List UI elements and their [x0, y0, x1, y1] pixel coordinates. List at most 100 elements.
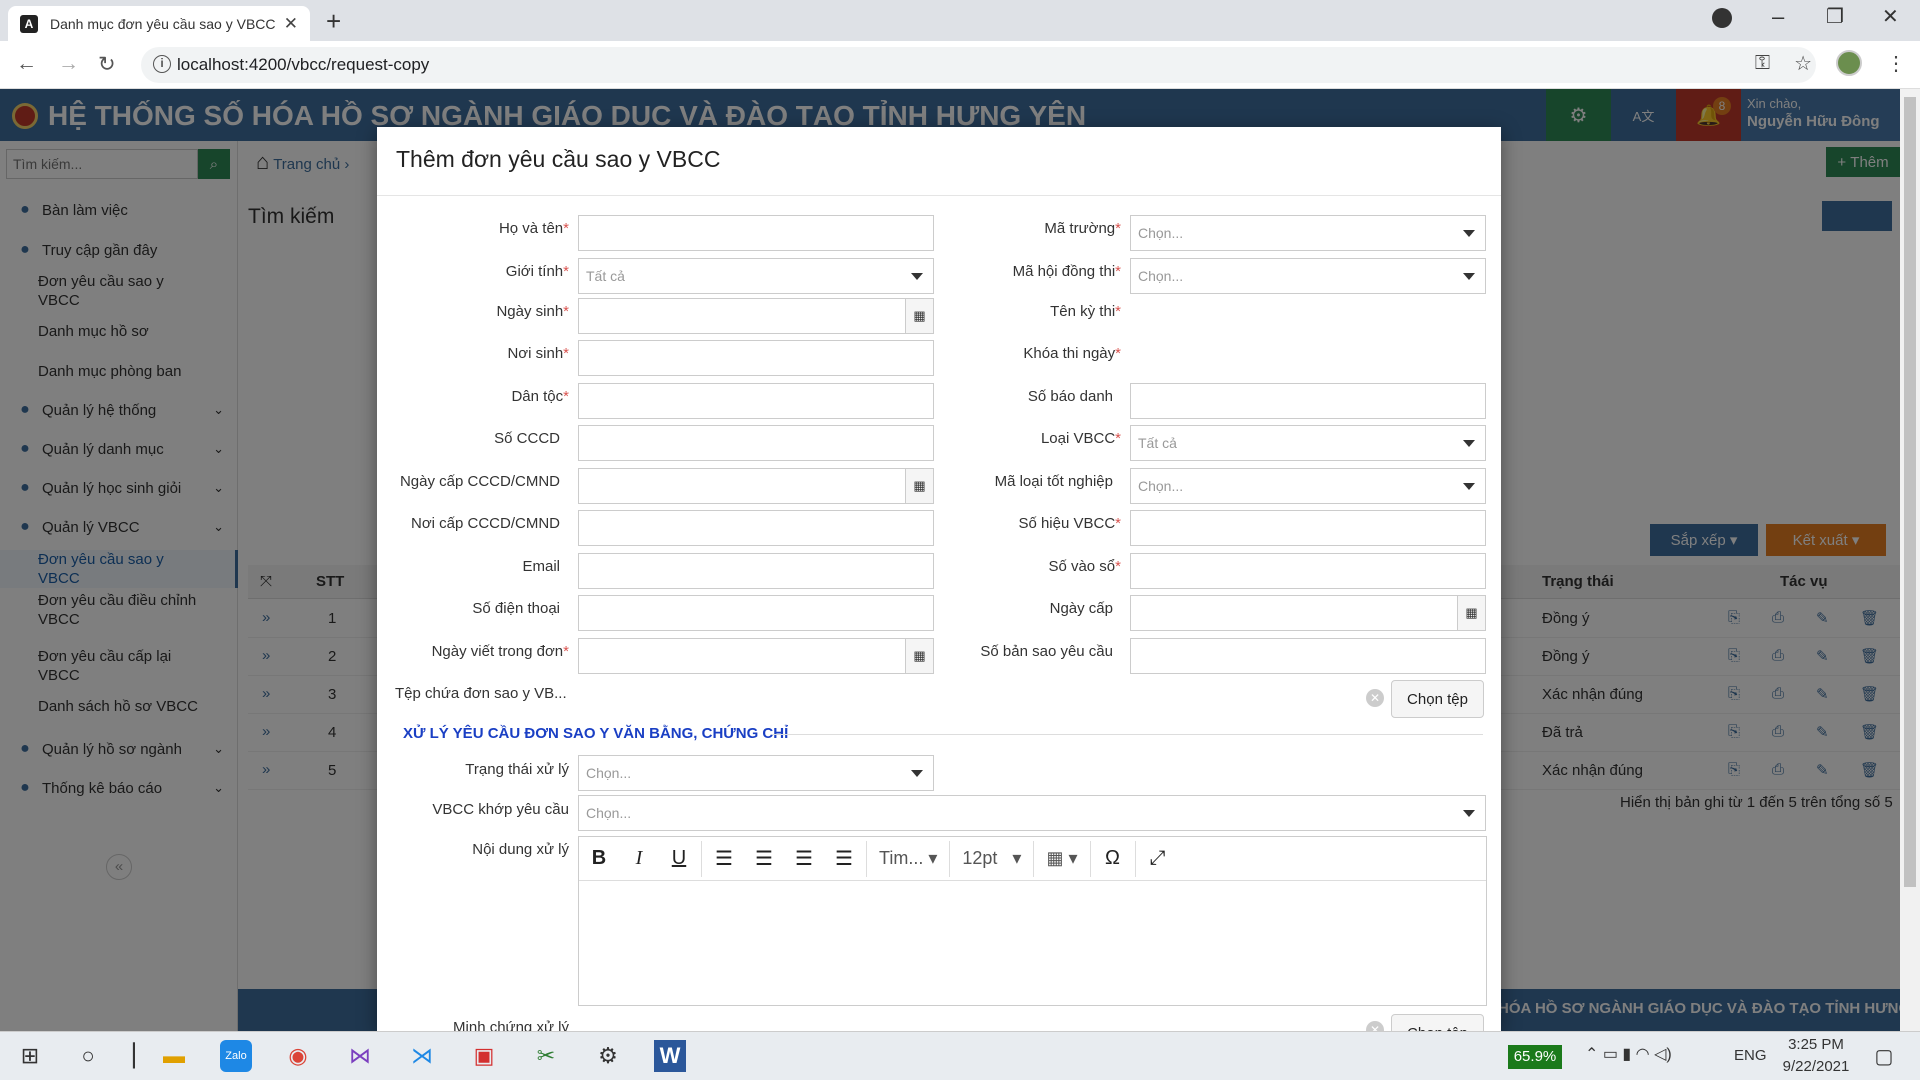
italic-icon[interactable]: I: [619, 847, 659, 870]
font-family-select[interactable]: Tim... ▾: [869, 848, 947, 869]
ma-truong-select[interactable]: Chọn...: [1130, 215, 1486, 251]
task-view-icon[interactable]: ⎮: [118, 1040, 150, 1072]
battery-percent: 65.9%: [1508, 1045, 1562, 1069]
ngay-viet-input[interactable]: ▦: [578, 638, 934, 674]
star-icon[interactable]: ☆: [1794, 51, 1812, 76]
info-icon[interactable]: i: [153, 55, 171, 73]
dan-toc-input[interactable]: [578, 383, 934, 419]
toolbar-separator: [949, 840, 951, 877]
back-icon[interactable]: ←: [16, 52, 37, 76]
maximize-icon[interactable]: ❐: [1826, 4, 1844, 29]
so-bao-danh-input[interactable]: [1130, 383, 1486, 419]
address-icons: ⚿ ☆ ⋮: [1755, 50, 1906, 76]
profile-download-icon[interactable]: [1712, 8, 1732, 28]
scrollbar-thumb[interactable]: [1904, 97, 1916, 887]
ma-hoi-dong-select[interactable]: Chọn...: [1130, 258, 1486, 294]
align-right-icon[interactable]: ☰: [784, 846, 824, 871]
loai-vbcc-select[interactable]: Tất cả: [1130, 425, 1486, 461]
calendar-icon[interactable]: ▦: [905, 299, 933, 333]
table-icon[interactable]: ▦ ▾: [1036, 848, 1087, 869]
tab-title: Danh mục đơn yêu cầu sao y VBCC: [50, 15, 276, 32]
fullscreen-icon[interactable]: ⤢: [1138, 847, 1178, 870]
align-left-icon[interactable]: ☰: [704, 846, 744, 871]
label-so-ban-sao: Số bản sao yêu cầu: [980, 643, 1113, 660]
avatar[interactable]: [1836, 50, 1862, 76]
file-explorer-icon[interactable]: ▬: [158, 1040, 190, 1072]
font-size-select[interactable]: 12pt ▾: [952, 848, 1031, 869]
so-dien-thoai-input[interactable]: [578, 595, 934, 631]
label-noi-cap-cccd: Nơi cấp CCCD/CMND: [410, 515, 560, 532]
chevron-down-icon: [1463, 810, 1475, 817]
bold-icon[interactable]: B: [579, 847, 619, 870]
ngay-sinh-input[interactable]: ▦: [578, 298, 934, 334]
zalo-icon[interactable]: Zalo: [220, 1040, 252, 1072]
font-value: Tim...: [879, 848, 924, 868]
ma-loai-tot-nghiep-select[interactable]: Chọn...: [1130, 468, 1486, 504]
label-text: Nơi sinh: [507, 345, 564, 362]
select-value: Tất cả: [1138, 435, 1177, 451]
system-tray-icons[interactable]: ⌃ ▭ ▮ ◠ ◁): [1585, 1044, 1672, 1064]
choose-evidence-button[interactable]: Chọn tệp: [1391, 1014, 1484, 1031]
new-tab-button[interactable]: +: [326, 6, 341, 37]
calendar-icon[interactable]: ▦: [905, 469, 933, 503]
noi-sinh-input[interactable]: [578, 340, 934, 376]
minimize-icon[interactable]: –: [1772, 4, 1784, 30]
trang-thai-select[interactable]: Chọn...: [578, 755, 934, 791]
visual-studio-icon[interactable]: ⋈: [344, 1040, 376, 1072]
page-scrollbar[interactable]: [1900, 89, 1920, 1031]
settings-icon[interactable]: ⚙: [592, 1040, 624, 1072]
windows-taskbar: ⊞ ○ ⎮ ▬ Zalo ◉ ⋈ ⋊ ▣ ✂ ⚙ W 65.9% ⌃ ▭ ▮ ◠…: [0, 1031, 1920, 1080]
so-vao-so-input[interactable]: [1130, 553, 1486, 589]
so-ban-sao-input[interactable]: [1130, 638, 1486, 674]
gioi-tinh-select[interactable]: Tất cả: [578, 258, 934, 294]
calendar-icon[interactable]: ▦: [1457, 596, 1485, 630]
noi-cap-cccd-input[interactable]: [578, 510, 934, 546]
ho-ten-input[interactable]: [578, 215, 934, 251]
vscode-icon[interactable]: ⋊: [406, 1040, 438, 1072]
chevron-down-icon: [911, 770, 923, 777]
clock-time[interactable]: 3:25 PM: [1776, 1036, 1856, 1053]
label-text: Giới tính: [505, 263, 564, 280]
label-minh-chung: Minh chứng xử lý: [453, 1019, 569, 1031]
close-tab-icon[interactable]: ✕: [284, 14, 298, 34]
label-dan-toc: Dân tộc*: [511, 388, 569, 405]
forward-icon[interactable]: →: [58, 52, 79, 76]
label-ma-hoi-dong: Mã hội đồng thi*: [1012, 263, 1121, 280]
language-indicator[interactable]: ENG: [1734, 1047, 1767, 1064]
so-hieu-input[interactable]: [1130, 510, 1486, 546]
windows-start-icon[interactable]: ⊞: [14, 1040, 46, 1072]
word-icon[interactable]: W: [654, 1040, 686, 1072]
key-icon[interactable]: ⚿: [1755, 52, 1770, 75]
section-divider: [772, 734, 1483, 735]
align-center-icon[interactable]: ☰: [744, 846, 784, 871]
so-cccd-input[interactable]: [578, 425, 934, 461]
browser-tab[interactable]: A Danh mục đơn yêu cầu sao y VBCC ✕: [8, 6, 310, 41]
notification-center-icon[interactable]: ▢: [1868, 1040, 1900, 1072]
reload-icon[interactable]: ↻: [98, 52, 116, 77]
modal-divider: [377, 195, 1501, 196]
label-loai-vbcc: Loại VBCC*: [1040, 430, 1121, 447]
label-text: Mã trường: [1044, 220, 1116, 237]
cortana-icon[interactable]: ○: [72, 1040, 104, 1072]
choose-file-button[interactable]: Chọn tệp: [1391, 680, 1484, 718]
label-so-cccd: Số CCCD: [494, 430, 560, 447]
align-justify-icon[interactable]: ☰: [824, 846, 864, 871]
calendar-icon[interactable]: ▦: [905, 639, 933, 673]
ngay-cap-input[interactable]: ▦: [1130, 595, 1486, 631]
clear-file-icon[interactable]: ✕: [1366, 689, 1384, 707]
special-char-icon[interactable]: Ω: [1093, 847, 1133, 870]
clock-date[interactable]: 9/22/2021: [1776, 1058, 1856, 1075]
vbcc-khop-select[interactable]: Chọn...: [578, 795, 1486, 831]
clear-evidence-icon[interactable]: ✕: [1366, 1021, 1384, 1031]
chrome-icon[interactable]: ◉: [282, 1040, 314, 1072]
menu-icon[interactable]: ⋮: [1886, 51, 1906, 76]
snipping-icon[interactable]: ✂: [530, 1040, 562, 1072]
email-input[interactable]: [578, 553, 934, 589]
url-field[interactable]: i localhost:4200/vbcc/request-copy: [141, 47, 1816, 83]
close-window-icon[interactable]: ✕: [1882, 4, 1899, 29]
app-icon[interactable]: ▣: [468, 1040, 500, 1072]
underline-icon[interactable]: U: [659, 847, 699, 870]
label-ho-ten: Họ và tên*: [498, 220, 569, 237]
ngay-cap-cccd-input[interactable]: ▦: [578, 468, 934, 504]
label-text: Ngày sinh: [496, 303, 564, 320]
